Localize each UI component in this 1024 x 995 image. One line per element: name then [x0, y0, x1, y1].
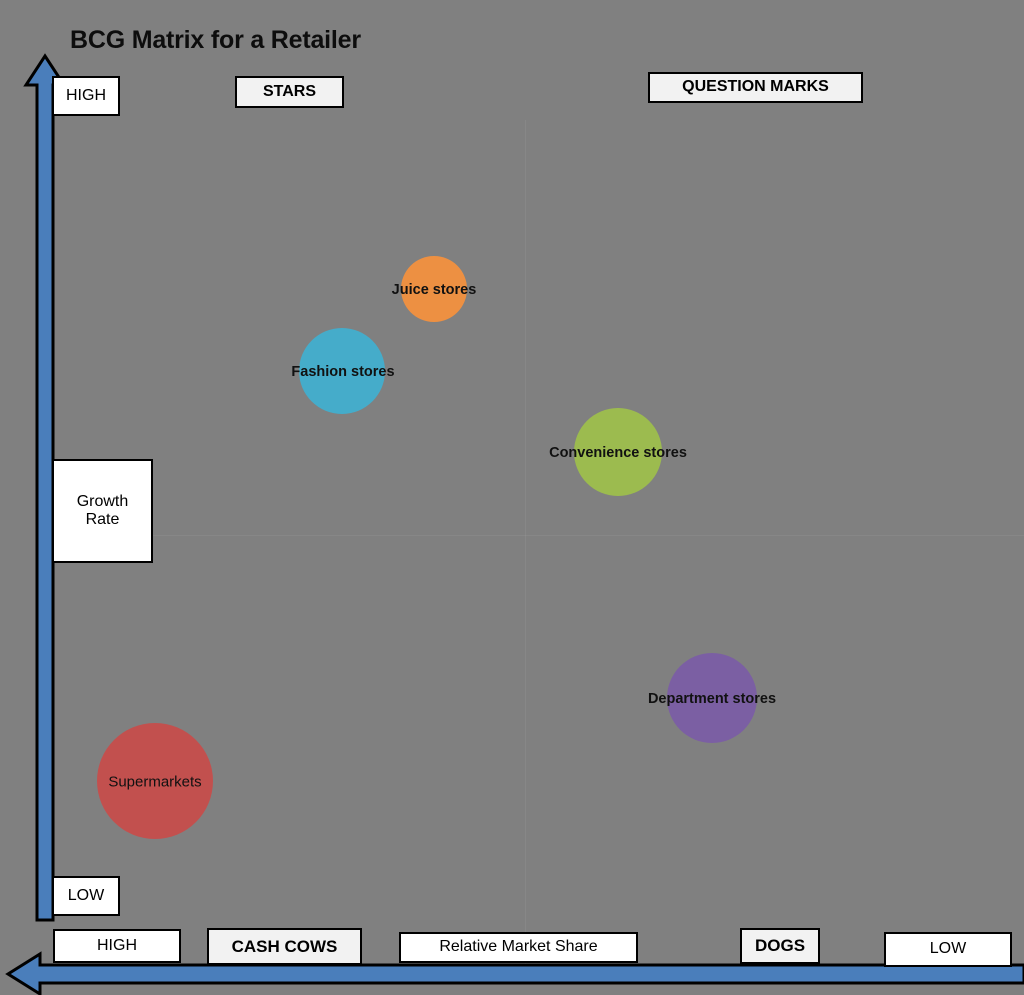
bubble-label-fashion-stores: Fashion stores: [291, 364, 395, 380]
y-axis-title-box: Growth Rate: [52, 459, 153, 563]
quadrant-divider-vertical: [525, 120, 526, 965]
quadrant-question-marks-text: QUESTION MARKS: [682, 78, 829, 96]
bubble-label-department-stores: Department stores: [647, 691, 777, 707]
bcg-matrix-chart: BCG Matrix for a Retailer HIGH Growth Ra…: [0, 0, 1024, 995]
quadrant-divider-horizontal: [48, 535, 1024, 536]
y-axis-low-text: LOW: [67, 886, 105, 904]
x-axis-high-text: HIGH: [97, 936, 137, 954]
x-axis-title-box: Relative Market Share: [399, 932, 638, 963]
page-title: BCG Matrix for a Retailer: [70, 26, 361, 54]
x-axis-high-label: HIGH: [53, 929, 181, 963]
y-axis-low-label: LOW: [52, 876, 120, 916]
y-axis-high-label: HIGH: [52, 76, 120, 116]
quadrant-stars-text: STARS: [262, 82, 317, 100]
bubble-label-juice-stores: Juice stores: [391, 282, 477, 298]
axes-arrows: [5, 53, 1024, 995]
quadrant-cash-cows-text: CASH COWS: [231, 936, 338, 956]
quadrant-label-dogs: DOGS: [740, 928, 820, 964]
quadrant-dogs-text: DOGS: [754, 936, 806, 956]
quadrant-label-stars: STARS: [235, 76, 344, 108]
x-axis-low-text: LOW: [929, 940, 967, 958]
y-axis-high-text: HIGH: [66, 86, 106, 104]
quadrant-label-question-marks: QUESTION MARKS: [648, 72, 863, 103]
x-axis-low-label: LOW: [884, 932, 1012, 967]
bubble-label-convenience-stores: Convenience stores: [549, 445, 687, 461]
quadrant-label-cash-cows: CASH COWS: [207, 928, 362, 965]
y-axis-title-line1: Growth: [76, 492, 129, 510]
x-axis-title-text: Relative Market Share: [439, 938, 598, 956]
bubble-label-supermarkets: Supermarkets: [108, 773, 202, 791]
y-axis-title-line2: Rate: [85, 511, 120, 528]
